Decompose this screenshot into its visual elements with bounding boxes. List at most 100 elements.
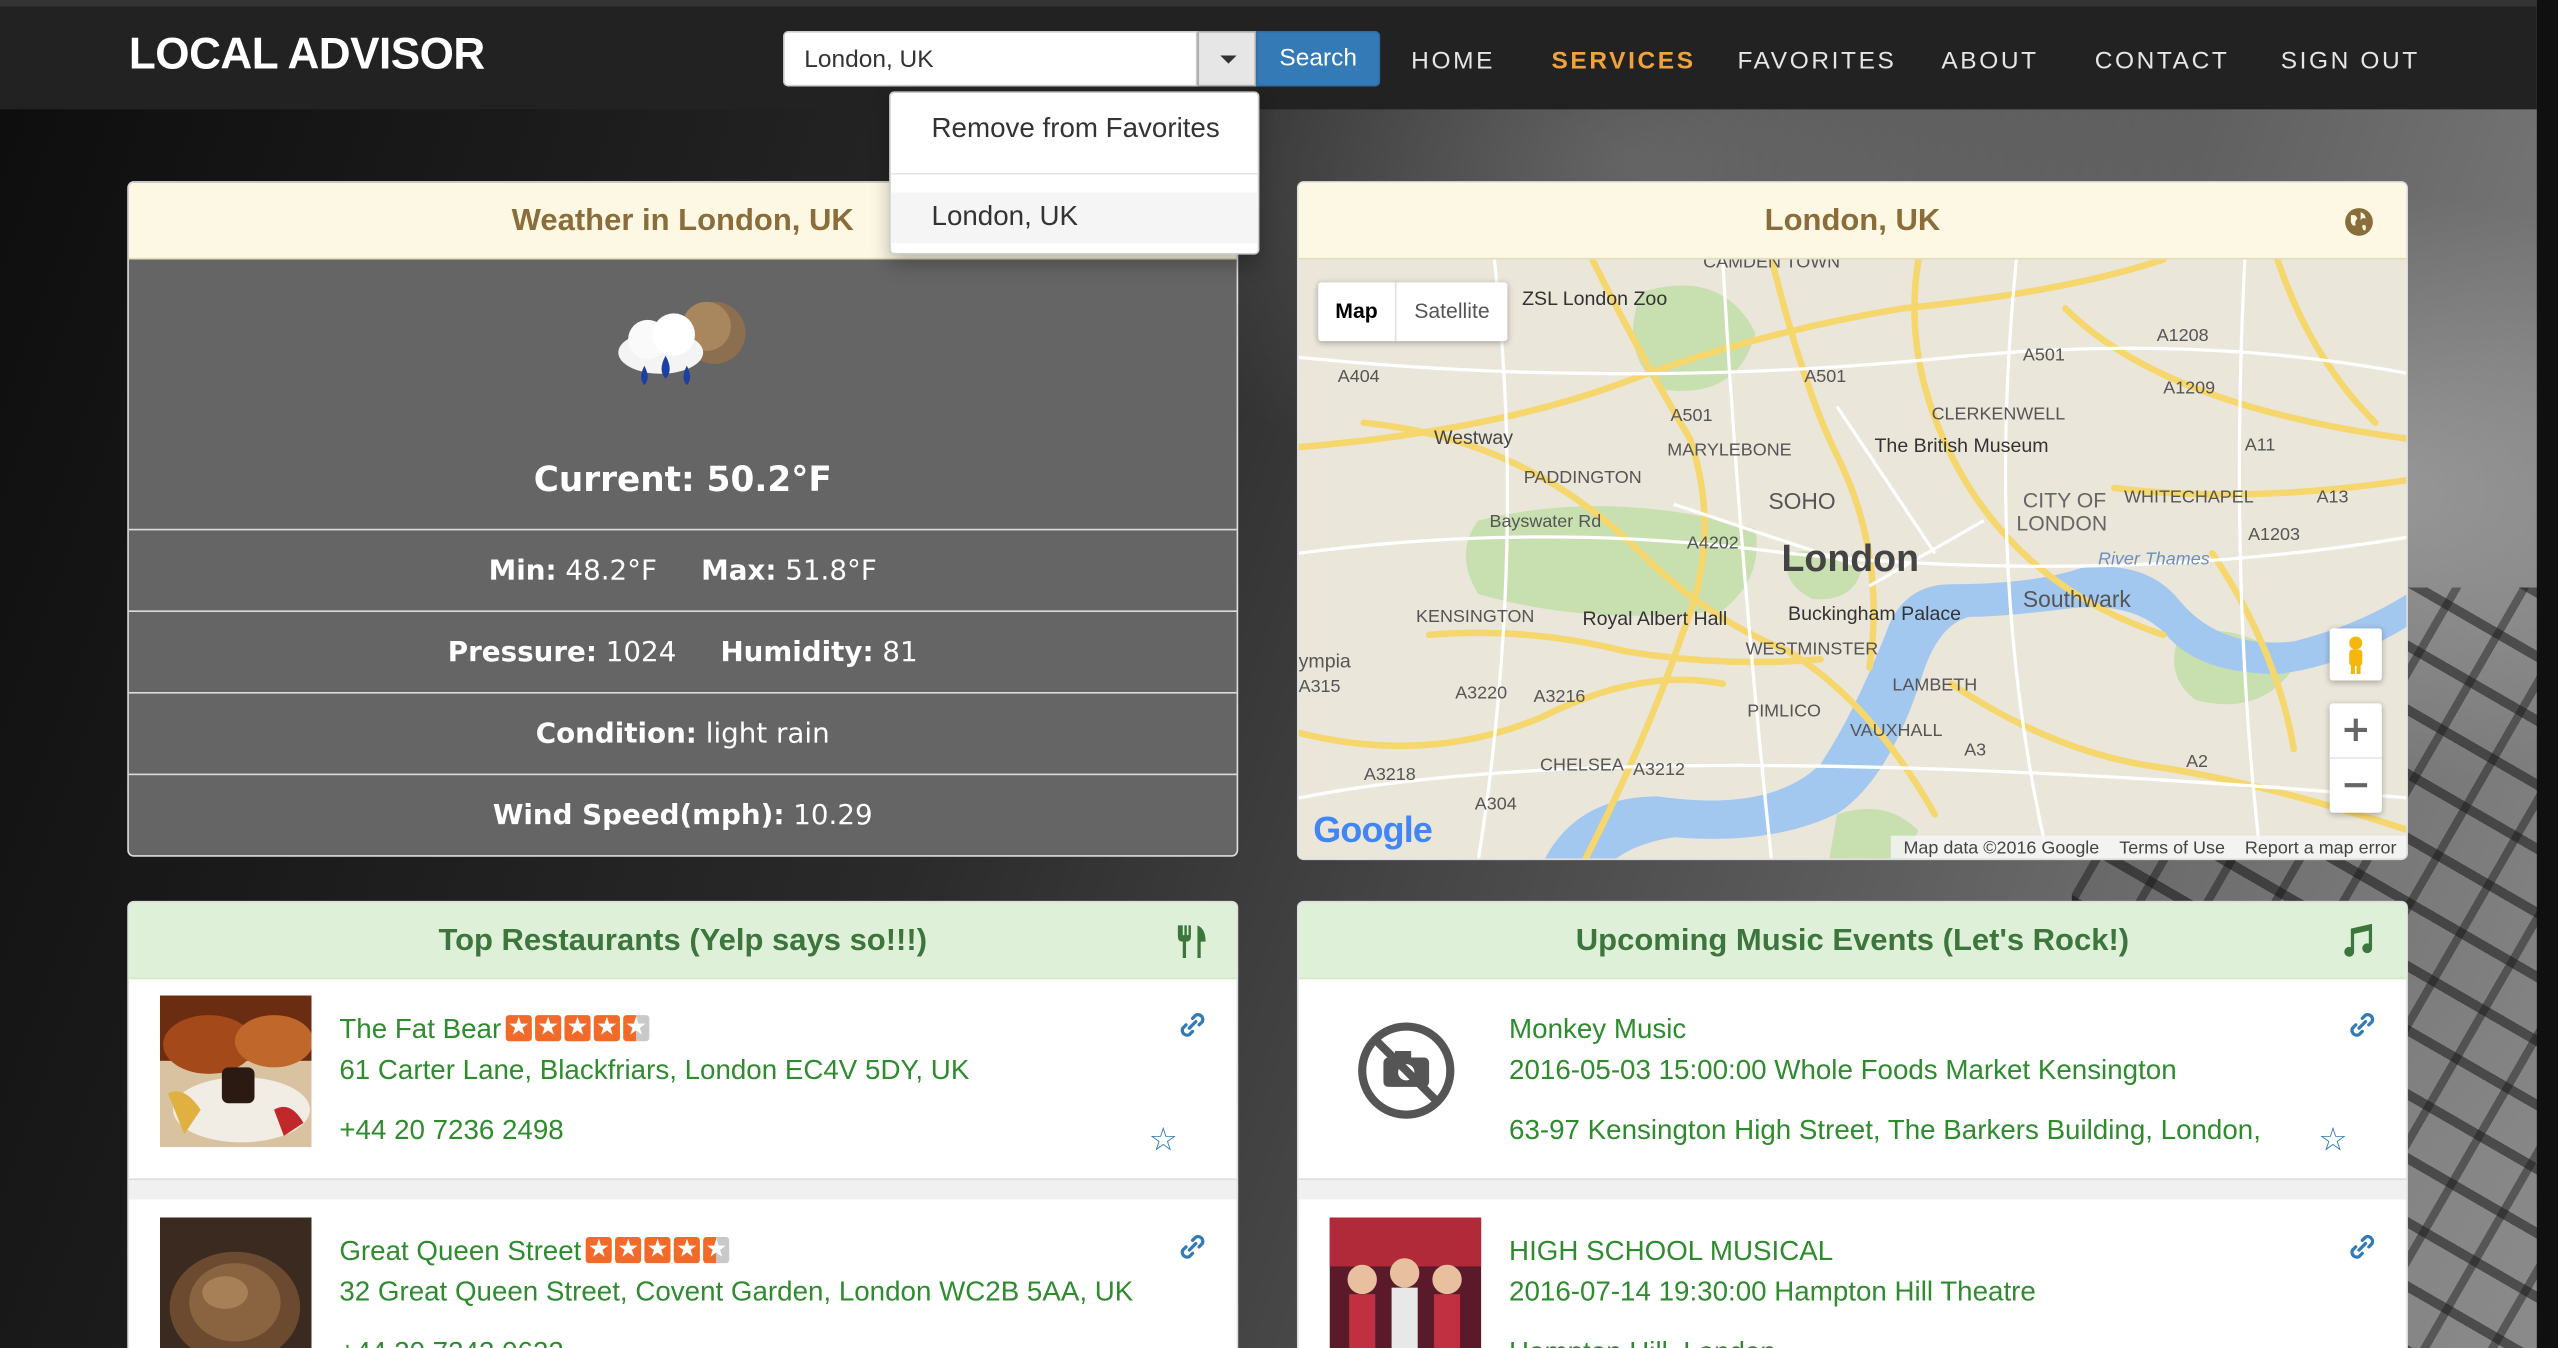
map-label-albert: Royal Albert Hall	[1582, 607, 1728, 630]
restaurants-panel-title: Top Restaurants (Yelp says so!!!)	[128, 902, 1237, 980]
nav-services[interactable]: SERVICES	[1551, 47, 1695, 75]
wind-row: Wind Speed(mph): 10.29	[128, 773, 1237, 856]
map-report-error-link[interactable]: Report a map error	[2245, 839, 2397, 859]
link-icon[interactable]	[1178, 1232, 1207, 1261]
map-label-a3216: A3216	[1533, 687, 1586, 707]
nav-contact[interactable]: CONTACT	[2095, 47, 2230, 75]
map-data-attribution: Map data ©2016 Google	[1903, 838, 2100, 859]
map-label-westminster: WESTMINSTER	[1745, 639, 1879, 660]
restaurant-photo[interactable]	[159, 995, 312, 1148]
nav-favorites[interactable]: FAVORITES	[1737, 47, 1896, 75]
map-label-zsl: ZSL London Zoo	[1522, 287, 1668, 311]
humidity-value: 81	[882, 636, 918, 670]
restaurant-item: The Fat Bear 61 Carter Lane, Blackfriars…	[128, 979, 1237, 1180]
restaurant-phone: +44 20 7236 2498	[339, 1114, 564, 1146]
scrollbar-track[interactable]	[2536, 0, 2558, 1348]
map-label-a501: A501	[1670, 406, 1713, 426]
restaurant-name[interactable]: Great Queen Street	[339, 1235, 581, 1266]
map-canvas[interactable]: CAMDEN TOWN ZSL London Zoo A404 Westway …	[1298, 259, 2407, 859]
map-label-london: London	[1781, 536, 1920, 580]
map-label-a3218: A3218	[1363, 765, 1416, 785]
map-label-museum: The British Museum	[1874, 434, 2049, 457]
map-label-a3212: A3212	[1633, 760, 1685, 781]
pressure-value: 1024	[605, 636, 677, 670]
map-label-soho: SOHO	[1768, 487, 1836, 515]
restaurant-item: Great Queen Street 32 Great Queen Street…	[129, 1201, 1237, 1348]
restaurants-panel: Top Restaurants (Yelp says so!!!) The Fa…	[127, 900, 1239, 1348]
link-icon[interactable]	[1178, 1010, 1207, 1039]
globe-icon[interactable]	[2344, 207, 2373, 236]
music-events-panel: Upcoming Music Events (Let's Rock!) Monk…	[1296, 900, 2408, 1348]
pressure-humidity-row: Pressure: 1024 Humidity: 81	[128, 610, 1237, 693]
brand-logo[interactable]: LOCAL ADVISOR	[129, 29, 485, 80]
navbar: LOCAL ADVISOR London, UK Search HOME SER…	[0, 0, 2537, 110]
map-label-camden: CAMDEN TOWN	[1703, 259, 1841, 273]
zoom-in-button[interactable]: +	[2329, 703, 2382, 759]
map-zoom-control: + −	[2329, 703, 2382, 813]
nav-sign-out[interactable]: SIGN OUT	[2281, 47, 2420, 75]
map-label-a501b: A501	[1804, 367, 1847, 387]
condition-value: light rain	[705, 718, 830, 751]
map-footer: Map data ©2016 Google Terms of Use Repor…	[1890, 835, 2407, 859]
music-event-item: Monkey Music 2016-05-03 15:00:00 Whole F…	[1298, 979, 2407, 1180]
map-label-a13: A13	[2316, 487, 2349, 508]
event-address: 63-97 Kensington High Street, The Barker…	[1509, 1114, 2261, 1146]
favorite-star-icon[interactable]: ☆	[1149, 1120, 1178, 1159]
favorites-dropdown-toggle[interactable]	[1197, 31, 1257, 87]
link-icon[interactable]	[2348, 1010, 2377, 1039]
wind-label: Wind Speed(mph):	[492, 799, 785, 833]
link-icon[interactable]	[2348, 1232, 2377, 1261]
map-label-palace: Buckingham Palace	[1788, 602, 1962, 626]
search-button[interactable]: Search	[1256, 31, 1381, 87]
remove-from-favorites-item[interactable]: Remove from Favorites	[932, 113, 1220, 146]
restaurant-name-line: The Fat Bear	[339, 1012, 653, 1049]
map-label-a501c: A501	[2022, 345, 2065, 366]
map-label-whitechapel: WHITECHAPEL	[2124, 487, 2254, 508]
caret-down-icon	[1220, 55, 1237, 64]
favorites-dropdown-menu: Remove from Favorites London, UK	[889, 91, 1260, 255]
dropdown-divider	[890, 172, 1258, 175]
pressure-label: Pressure:	[447, 636, 597, 670]
nav-about[interactable]: ABOUT	[1941, 47, 2038, 75]
max-value: 51.8°F	[785, 554, 877, 588]
yelp-rating-stars	[586, 1234, 733, 1271]
favorite-star-icon[interactable]: ☆	[2318, 1120, 2347, 1159]
weather-panel: Weather in London, UK Current: 50.2°F Mi…	[127, 181, 1239, 857]
yelp-rating-stars	[506, 1012, 653, 1049]
event-name[interactable]: Monkey Music	[1509, 1013, 1686, 1046]
favorite-location-item[interactable]: London, UK	[890, 192, 1258, 244]
map-label-pimlico: PIMLICO	[1747, 701, 1822, 722]
map-panel: London, UK CAMDEN TOWN ZSL London Zoo A4…	[1296, 181, 2408, 861]
map-type-control: Map Satellite	[1318, 282, 1508, 342]
restaurant-name[interactable]: The Fat Bear	[339, 1013, 501, 1044]
item-separator	[1298, 1179, 2407, 1200]
humidity-label: Humidity:	[720, 636, 874, 670]
map-label-southwark: Southwark	[2022, 585, 2131, 612]
favorite-location-label: London, UK	[931, 200, 1079, 232]
map-type-map-button[interactable]: Map	[1318, 282, 1397, 342]
google-logo[interactable]: Google	[1313, 809, 1433, 851]
map-label-a2: A2	[2186, 752, 2209, 772]
event-name[interactable]: HIGH SCHOOL MUSICAL	[1509, 1235, 1833, 1268]
restaurant-address: 32 Great Queen Street, Covent Garden, Lo…	[339, 1276, 1134, 1308]
restaurant-photo[interactable]	[159, 1217, 312, 1348]
nav-home[interactable]: HOME	[1411, 47, 1495, 75]
pegman-icon[interactable]	[2329, 628, 2382, 681]
music-note-icon	[2344, 923, 2373, 957]
map-label-a3: A3	[1964, 740, 1987, 761]
restaurant-address: 61 Carter Lane, Blackfriars, London EC4V…	[339, 1054, 970, 1086]
search-input[interactable]: London, UK	[783, 31, 1198, 87]
map-type-satellite-button[interactable]: Satellite	[1396, 282, 1507, 341]
map-label-city2: LONDON	[2016, 510, 2108, 536]
map-label-a315: A315	[1298, 677, 1341, 697]
zoom-out-button[interactable]: −	[2330, 759, 2382, 813]
condition-label: Condition:	[535, 718, 697, 751]
event-photo-placeholder[interactable]	[1329, 995, 1482, 1148]
map-label-city: CITY OF	[2022, 487, 2107, 513]
map-label-bayswater: Bayswater Rd	[1489, 512, 1602, 533]
event-photo[interactable]	[1329, 1217, 1482, 1348]
map-terms-link[interactable]: Terms of Use	[2119, 839, 2225, 859]
min-value: 48.2°F	[565, 554, 658, 588]
rain-cloud-moon-icon	[618, 301, 746, 386]
map-label-paddington: PADDINGTON	[1523, 468, 1642, 488]
